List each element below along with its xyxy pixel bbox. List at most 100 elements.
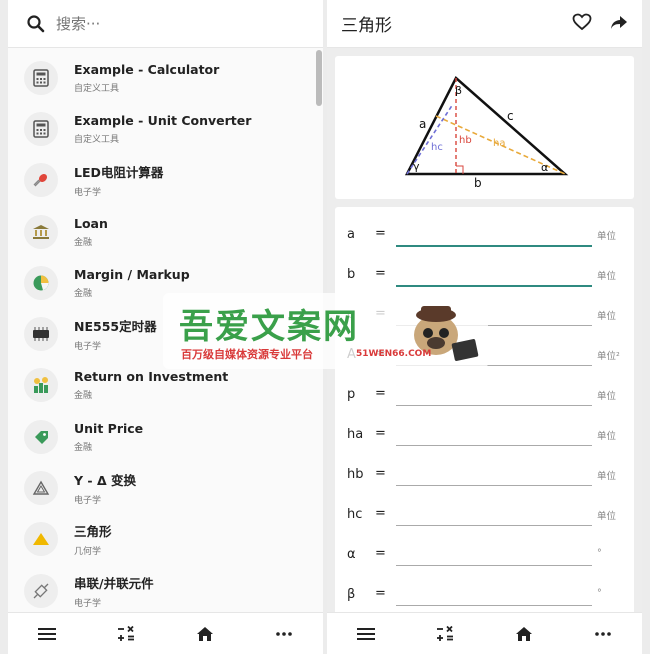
equals-sign: =	[375, 546, 386, 561]
home-button[interactable]	[185, 619, 225, 649]
list-item-title: Example - Unit Converter	[74, 112, 252, 128]
list-item-title: Y - Δ 变换	[74, 473, 136, 489]
field-hb-input[interactable]	[396, 485, 592, 486]
list-item[interactable]: 串联/并联元件 电子学	[8, 565, 323, 616]
triangle-filled-icon	[24, 522, 58, 557]
field-p-input[interactable]	[396, 405, 592, 406]
list-item[interactable]: Example - Calculator 自定义工具	[8, 52, 323, 103]
list-item-category: 电子学	[74, 598, 102, 609]
field-row-b: b = 单位	[335, 251, 634, 291]
field-row-hb: hb = 单位	[335, 451, 634, 491]
chip-icon	[24, 317, 58, 352]
more-button[interactable]	[583, 619, 623, 649]
watermark-subtitle: 百万级自媒体资源专业平台	[181, 348, 313, 361]
page-title: 三角形	[341, 16, 392, 36]
equals-sign: =	[375, 586, 386, 601]
calc-ops-icon	[437, 625, 454, 641]
search-bar	[8, 0, 323, 48]
search-icon[interactable]	[26, 14, 46, 34]
list-item-category: 金融	[74, 391, 93, 402]
list-item-title: Loan	[74, 215, 108, 231]
equals-sign: =	[375, 506, 386, 521]
list-item-category: 金融	[74, 442, 93, 453]
watermark-url: 51WEN66.COM	[356, 349, 432, 359]
unit-label: 单位	[597, 391, 617, 402]
field-beta-input[interactable]	[396, 605, 592, 606]
list-item[interactable]: 三角形 几何学	[8, 514, 323, 565]
equals-sign: =	[375, 226, 386, 241]
list-item-category: 电子学	[74, 342, 102, 353]
triangle-outline-icon	[24, 471, 58, 506]
component-icon	[24, 573, 58, 608]
field-alpha-input[interactable]	[396, 565, 592, 566]
list-item-title: LED电阻计算器	[74, 165, 164, 181]
calculator-icon	[24, 60, 58, 95]
unit-label: 单位	[597, 431, 617, 442]
bottom-nav	[327, 612, 642, 654]
menu-button[interactable]	[27, 619, 67, 649]
equals-sign: =	[375, 386, 386, 401]
list-item-title: Margin / Markup	[74, 266, 190, 282]
equals-sign: =	[375, 266, 386, 281]
hc-label: hc	[431, 142, 443, 153]
side-b-label: b	[474, 176, 482, 190]
calculator-button[interactable]	[106, 619, 146, 649]
side-a-label: a	[419, 117, 426, 131]
list-item-category: 电子学	[74, 496, 102, 507]
led-icon	[24, 163, 58, 198]
share-icon[interactable]	[610, 13, 628, 31]
field-label: hb	[347, 467, 364, 482]
heart-icon[interactable]	[572, 13, 592, 31]
field-label: hc	[347, 507, 363, 522]
more-button[interactable]	[264, 619, 304, 649]
alpha-label: α	[541, 161, 548, 174]
more-icon	[275, 631, 292, 636]
list-item-title: Unit Price	[74, 420, 144, 436]
field-label: α	[347, 547, 356, 562]
field-label: ha	[347, 427, 364, 442]
gamma-label: γ	[413, 160, 420, 173]
list-item[interactable]: LED电阻计算器电子学	[8, 155, 323, 206]
calculator-button[interactable]	[425, 619, 465, 649]
scrollbar[interactable]	[316, 50, 322, 106]
list-item[interactable]: Unit Price 金融	[8, 411, 323, 462]
menu-button[interactable]	[346, 619, 386, 649]
unit-label: 单位	[597, 471, 617, 482]
more-icon	[594, 631, 611, 636]
list-item[interactable]: Loan 金融	[8, 206, 323, 257]
calc-ops-icon	[118, 625, 135, 641]
field-hc-input[interactable]	[396, 525, 592, 526]
list-item[interactable]: Y - Δ 变换电子学	[8, 462, 323, 513]
list-item-category: 几何学	[74, 547, 102, 558]
field-row-a: a = 单位	[335, 211, 634, 251]
field-label: β	[347, 587, 356, 602]
equals-sign: =	[375, 466, 386, 481]
home-button[interactable]	[504, 619, 544, 649]
calculator-icon	[24, 111, 58, 146]
field-row-hc: hc = 单位	[335, 491, 634, 531]
money-bag-icon	[24, 368, 58, 403]
triangle-diagram: β a c b γ α hb ha hc	[404, 75, 569, 190]
pie-chart-icon	[24, 265, 58, 300]
list-item-category: 金融	[74, 237, 93, 248]
ha-label: ha	[493, 138, 505, 149]
triangle-input-form: a = 单位 b = 单位 c = 单位 A = 单位² p = 单位	[335, 207, 634, 617]
list-item-title: Example - Calculator	[74, 61, 220, 77]
field-label: p	[347, 387, 356, 402]
field-a-input[interactable]	[396, 245, 592, 247]
unit-label: °	[597, 548, 602, 559]
list-item[interactable]: Example - Unit Converter 自定义工具	[8, 103, 323, 154]
unit-label: 单位	[597, 311, 617, 322]
field-b-input[interactable]	[396, 285, 592, 287]
hb-label: hb	[459, 135, 472, 146]
watermark-title: 吾爱文案网	[179, 307, 359, 347]
menu-icon	[357, 627, 376, 640]
beta-label: β	[455, 84, 462, 97]
unit-label: 单位	[597, 511, 617, 522]
field-ha-input[interactable]	[396, 445, 592, 446]
search-input[interactable]	[56, 14, 256, 33]
unit-label: °	[597, 588, 602, 599]
detail-header: 三角形	[327, 0, 642, 48]
list-item-category: 电子学	[74, 188, 102, 199]
field-row-ha: ha = 单位	[335, 411, 634, 451]
